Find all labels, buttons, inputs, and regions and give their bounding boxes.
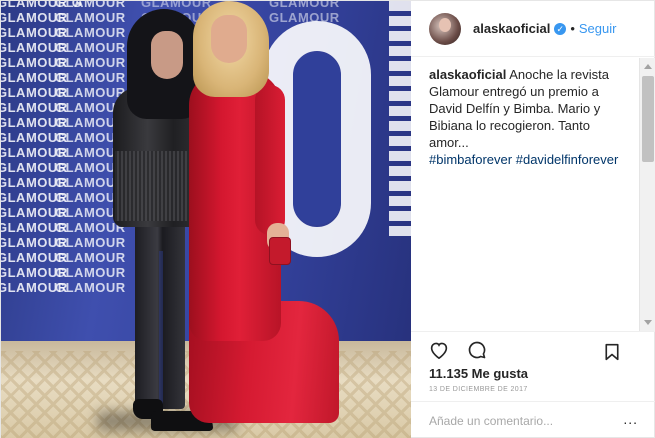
- backdrop-text: GLAMOUR: [55, 1, 126, 10]
- instagram-post: GLAMOUR G GLAMOUR GLAMOUR GLAMOUR GLAMOU…: [0, 0, 655, 438]
- backdrop-text: GLAMOUR: [55, 280, 126, 295]
- man-jacket-fringe: [115, 151, 197, 221]
- backdrop-text: GLAMOUR: [55, 40, 126, 55]
- caption: alaskaoficial Anoche la revista Glamour …: [429, 66, 629, 168]
- header-separator: •: [570, 21, 575, 36]
- action-bar: [411, 331, 655, 367]
- likes-count[interactable]: 11.135 Me gusta: [429, 366, 528, 381]
- hashtag-link[interactable]: #bimbaforever: [429, 152, 512, 167]
- hashtag-link[interactable]: #davidelfinforever: [516, 152, 619, 167]
- scroll-up-arrow-icon[interactable]: [644, 64, 652, 69]
- bookmark-icon[interactable]: [600, 340, 624, 364]
- post-photo[interactable]: GLAMOUR G GLAMOUR GLAMOUR GLAMOUR GLAMOU…: [1, 1, 411, 438]
- username-link[interactable]: alaskaoficial: [473, 21, 550, 36]
- backdrop-text: GLAMOUR: [55, 250, 126, 265]
- backdrop-text: GLAMOUR: [55, 55, 126, 70]
- caption-area: alaskaoficial Anoche la revista Glamour …: [411, 58, 639, 328]
- more-options-icon[interactable]: ...: [623, 412, 638, 426]
- backdrop-text: GLAMOUR: [55, 265, 126, 280]
- backdrop-text: GLAMOUR: [55, 85, 126, 100]
- caption-username-link[interactable]: alaskaoficial: [429, 67, 506, 82]
- woman-clutch-purse: [269, 237, 291, 265]
- avatar[interactable]: [429, 12, 461, 45]
- comment-icon[interactable]: [465, 338, 489, 362]
- backdrop-text: GLAMOUR: [55, 70, 126, 85]
- heart-icon[interactable]: [427, 338, 451, 362]
- scrollbar-thumb[interactable]: [642, 76, 654, 162]
- woman-arm: [255, 85, 285, 235]
- woman-face: [211, 15, 247, 63]
- backdrop-text: GLAMOUR: [269, 1, 340, 10]
- man-legs-gap: [159, 251, 163, 409]
- comment-bar: ...: [411, 401, 655, 438]
- post-date: 13 DE DICIEMBRE DE 2017: [429, 386, 528, 393]
- backdrop-text: GLAMOUR: [141, 1, 212, 10]
- backdrop-edge-letters: [389, 1, 411, 241]
- comment-input[interactable]: [429, 413, 609, 428]
- man-face: [151, 31, 183, 79]
- verified-badge-icon: ✓: [554, 22, 567, 35]
- backdrop-text: GLAMOUR: [55, 25, 126, 40]
- backdrop-text: GLAMOUR: [55, 235, 126, 250]
- caption-scrollbar[interactable]: [639, 58, 655, 331]
- post-header: alaskaoficial ✓ • Seguir: [411, 1, 655, 57]
- backdrop-text: GLAMOUR: [55, 10, 126, 25]
- follow-button[interactable]: Seguir: [579, 21, 617, 36]
- backdrop-big-zero-inner: [293, 53, 341, 225]
- scroll-down-arrow-icon[interactable]: [644, 320, 652, 325]
